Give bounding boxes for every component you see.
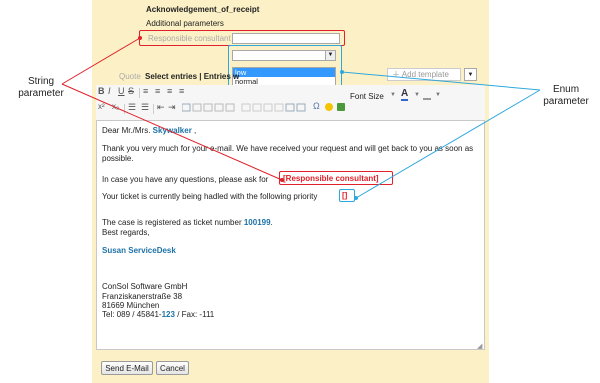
string-parameter-callout: String parameter <box>18 76 64 99</box>
enum-parameter-callout: Enum parameter <box>543 84 589 107</box>
annotation-lines <box>61 36 541 200</box>
